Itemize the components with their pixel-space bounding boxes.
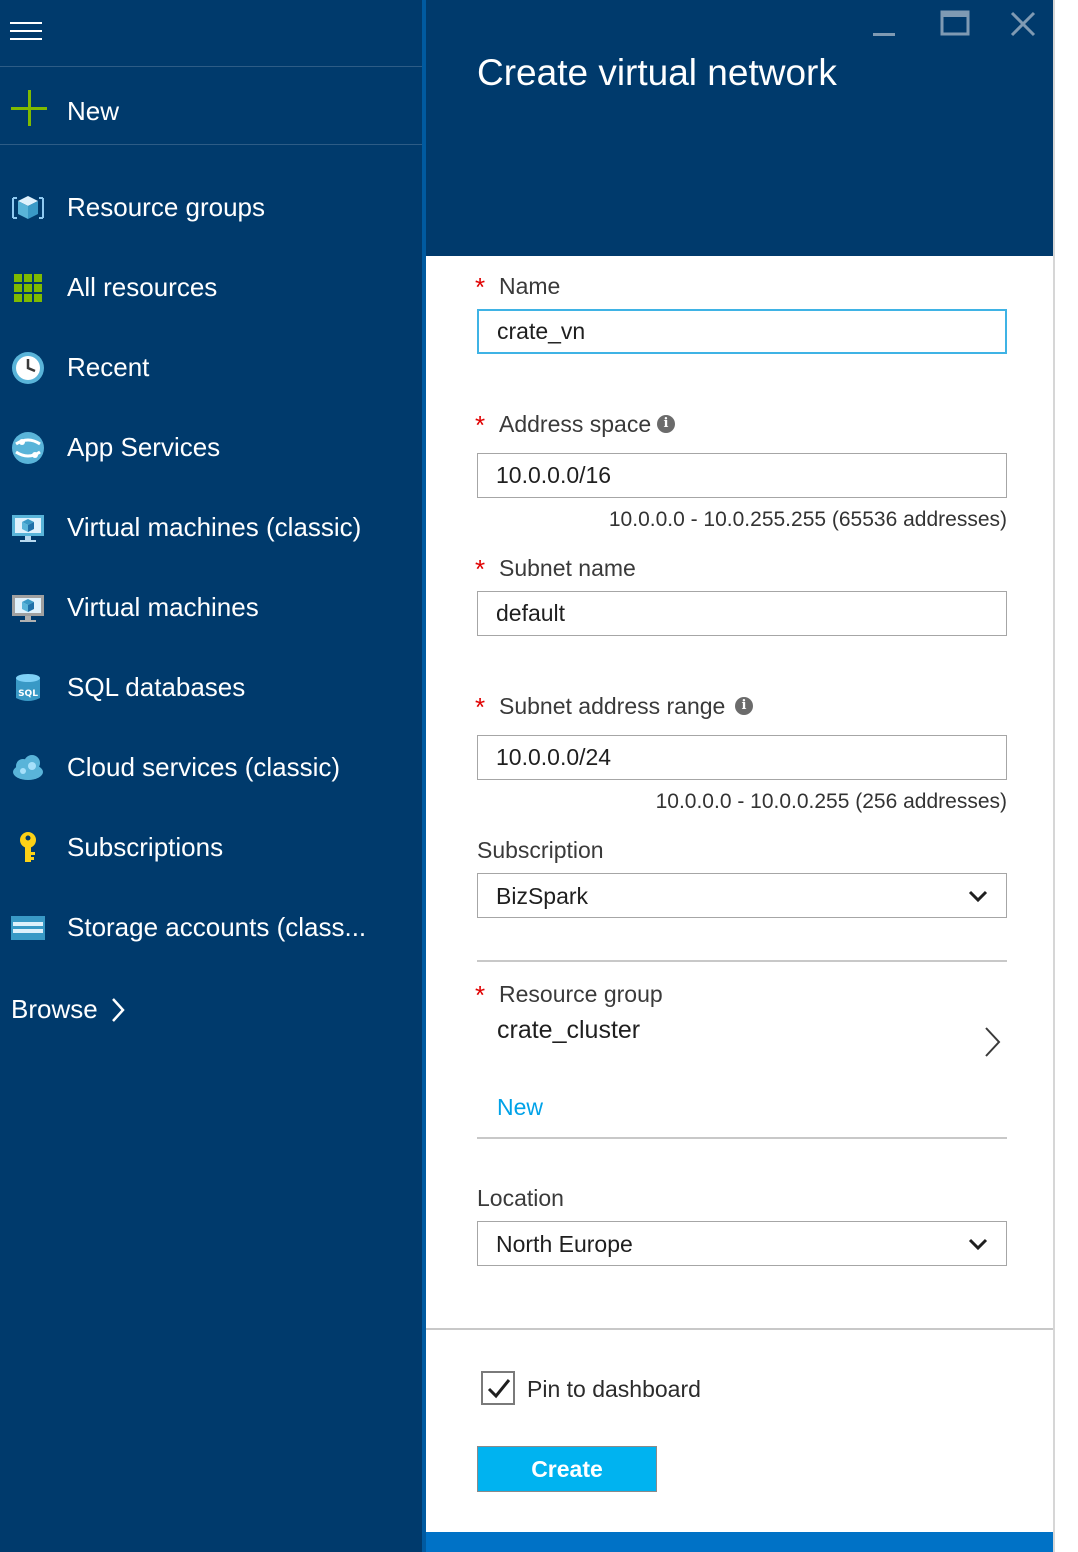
browse-button[interactable]: Browse	[0, 980, 200, 1040]
nav-item-label: Cloud services (classic)	[67, 752, 341, 782]
pin-to-dashboard-label: Pin to dashboard	[527, 1376, 701, 1402]
nav-item-label: SQL databases	[67, 672, 246, 702]
required-asterisk: *	[475, 272, 486, 302]
close-icon[interactable]	[1005, 6, 1041, 42]
chevron-down-icon	[968, 1236, 988, 1252]
plus-icon	[11, 90, 47, 126]
location-value: North Europe	[496, 1231, 633, 1257]
subnet-name-input[interactable]	[477, 591, 1007, 636]
nav-item-app-services[interactable]: App Services	[0, 408, 422, 488]
required-asterisk: *	[475, 554, 486, 584]
resource-group-new-link[interactable]: New	[497, 1094, 543, 1121]
address-space-input[interactable]	[477, 453, 1007, 498]
required-asterisk: *	[475, 692, 486, 722]
nav-new-label: New	[67, 96, 120, 126]
nav-item-sql-databases[interactable]: SQL SQL databases	[0, 648, 422, 728]
name-label: Name	[499, 273, 561, 299]
nav-item-label: App Services	[67, 432, 221, 462]
resource-group-label: Resource group	[499, 981, 663, 1007]
subscription-value: BizSpark	[496, 883, 589, 909]
minimize-icon[interactable]	[866, 6, 902, 42]
clock-icon	[10, 350, 46, 386]
required-asterisk: *	[475, 980, 486, 1010]
all-resources-icon	[10, 270, 46, 306]
subscription-label: Subscription	[477, 837, 604, 863]
cloud-services-icon	[10, 750, 46, 786]
nav-item-label: Subscriptions	[67, 832, 224, 862]
nav-item-label: Virtual machines	[67, 592, 259, 622]
nav-item-recent[interactable]: Recent	[0, 328, 422, 408]
blade-bottom-bar	[426, 1532, 1053, 1552]
blade-edge-line	[1053, 0, 1055, 1552]
footer-divider	[426, 1328, 1053, 1330]
nav-divider	[0, 66, 422, 67]
storage-icon	[10, 910, 46, 946]
maximize-icon[interactable]	[937, 6, 973, 42]
address-space-range-hint: 10.0.0.0 - 10.0.255.255 (65536 addresses…	[608, 508, 1007, 531]
key-icon	[10, 830, 46, 866]
resource-group-value[interactable]: crate_cluster	[497, 1016, 640, 1045]
subnet-name-label: Subnet name	[499, 555, 636, 581]
sql-icon-text: SQL	[18, 689, 38, 699]
checkmark-icon	[487, 1379, 511, 1399]
divider	[477, 960, 1007, 962]
chevron-right-icon[interactable]	[982, 1025, 1002, 1059]
create-button[interactable]: Create	[477, 1446, 657, 1492]
nav-item-label: Resource groups	[67, 192, 265, 222]
nav-item-label: Virtual machines (classic)	[67, 512, 362, 542]
info-icon[interactable]: i	[735, 697, 753, 715]
blade-edge	[1053, 0, 1078, 1552]
divider	[477, 1137, 1007, 1139]
resource-groups-icon	[10, 190, 46, 226]
nav-item-label: All resources	[67, 272, 218, 302]
nav-item-subscriptions[interactable]: Subscriptions	[0, 808, 422, 888]
browse-label: Browse	[11, 994, 98, 1024]
app-services-icon	[10, 430, 46, 466]
hamburger-menu-icon[interactable]	[10, 20, 42, 42]
pin-to-dashboard-checkbox[interactable]	[481, 1371, 515, 1405]
nav-item-resource-groups[interactable]: Resource groups	[0, 168, 422, 248]
nav-item-virtual-machines[interactable]: Virtual machines	[0, 568, 422, 648]
nav-item-virtual-machines-classic[interactable]: Virtual machines (classic)	[0, 488, 422, 568]
blade-title: Create virtual network	[477, 52, 837, 93]
subnet-address-range-input[interactable]	[477, 735, 1007, 780]
left-navigation: New Resource groups All resources Recent…	[0, 0, 422, 1552]
nav-item-label: Storage accounts (class...	[67, 912, 367, 942]
subnet-address-range-label: Subnet address range	[499, 693, 726, 719]
vm-classic-icon	[10, 510, 46, 546]
nav-divider	[0, 144, 422, 145]
nav-new-button[interactable]: New	[0, 68, 422, 144]
subscription-dropdown[interactable]: BizSpark	[477, 873, 1007, 918]
chevron-right-icon	[108, 996, 128, 1024]
address-space-label: Address space	[499, 411, 652, 437]
location-dropdown[interactable]: North Europe	[477, 1221, 1007, 1266]
nav-item-cloud-services-classic[interactable]: Cloud services (classic)	[0, 728, 422, 808]
nav-item-label: Recent	[67, 352, 150, 382]
location-label: Location	[477, 1185, 564, 1211]
info-icon[interactable]: i	[657, 415, 675, 433]
nav-item-all-resources[interactable]: All resources	[0, 248, 422, 328]
subnet-range-hint: 10.0.0.0 - 10.0.0.255 (256 addresses)	[655, 790, 1007, 813]
nav-item-storage-accounts-classic[interactable]: Storage accounts (class...	[0, 888, 422, 968]
sql-database-icon: SQL	[10, 670, 46, 706]
name-input[interactable]	[477, 309, 1007, 354]
chevron-down-icon	[968, 888, 988, 904]
vm-icon	[10, 590, 46, 626]
required-asterisk: *	[475, 410, 486, 440]
